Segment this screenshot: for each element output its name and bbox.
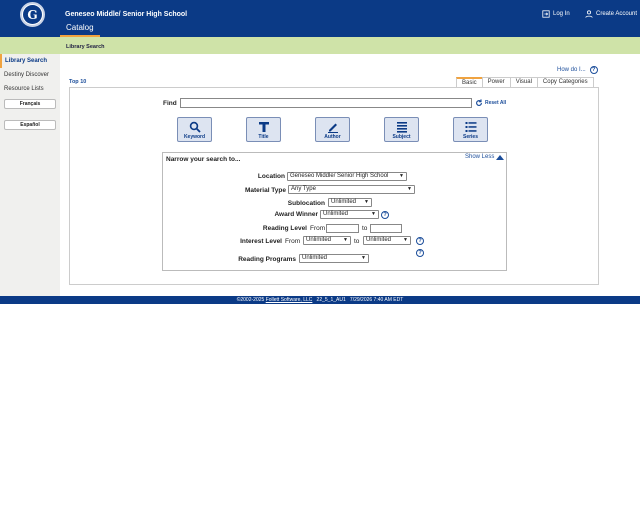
- tab-basic[interactable]: Basic: [456, 77, 483, 87]
- chevron-down-icon: ▼: [403, 237, 408, 243]
- reading-programs-label: Reading Programs: [238, 256, 296, 263]
- sidebar: Library Search Destiny Discover Resource…: [0, 54, 60, 296]
- interest-level-from-select[interactable]: Unlimited ▼: [303, 236, 351, 245]
- material-type-select[interactable]: Any Type ▼: [288, 185, 415, 194]
- narrow-title: Narrow your search to...: [166, 156, 241, 163]
- reset-all-label: Reset All: [485, 100, 507, 106]
- top-10-link[interactable]: Top 10: [69, 79, 86, 85]
- create-account-link[interactable]: Create Account: [585, 10, 637, 18]
- author-search-button[interactable]: Author: [315, 117, 350, 142]
- award-help-icon[interactable]: ?: [381, 211, 389, 219]
- numbered-list-icon: [465, 122, 476, 132]
- tab-catalog[interactable]: Catalog: [60, 23, 100, 37]
- sidebar-item-resource-lists[interactable]: Resource Lists: [0, 82, 60, 96]
- how-do-i-label: How do I...: [557, 67, 586, 73]
- login-link[interactable]: Log In: [542, 10, 570, 18]
- keyword-search-button[interactable]: Keyword: [177, 117, 212, 142]
- interest-level-label: Interest Level: [240, 238, 282, 245]
- reading-from-label: From: [310, 225, 326, 232]
- footer: ©2002-2025 Follett Software, LLC 22_5_1_…: [0, 296, 640, 304]
- tab-copy-categories[interactable]: Copy Categories: [536, 77, 594, 87]
- school-name: Geneseo Middle/ Senior High School: [65, 11, 188, 18]
- chevron-down-icon: ▼: [407, 186, 412, 192]
- reading-level-to-input[interactable]: [370, 224, 402, 233]
- title-label: Title: [258, 134, 269, 140]
- interest-help-icon[interactable]: ?: [416, 237, 424, 245]
- interest-from-label: From: [285, 238, 301, 245]
- how-do-i-link[interactable]: How do I... ?: [557, 66, 598, 74]
- find-input[interactable]: [180, 98, 472, 108]
- series-label: Series: [462, 134, 478, 140]
- sidebar-item-destiny-discover[interactable]: Destiny Discover: [0, 68, 60, 82]
- follett-link[interactable]: Follett Software, LLC: [266, 297, 313, 303]
- series-search-button[interactable]: Series: [453, 117, 488, 142]
- copyright-text: ©2002-2025: [236, 297, 265, 303]
- tab-visual[interactable]: Visual: [509, 77, 538, 87]
- chevron-down-icon: ▼: [361, 255, 366, 261]
- title-t-icon: [258, 122, 269, 132]
- reading-to-label: to: [362, 225, 368, 232]
- author-label: Author: [324, 134, 341, 140]
- interest-to-label: to: [354, 238, 360, 245]
- help-icon[interactable]: ?: [589, 66, 598, 74]
- keyword-label: Keyword: [183, 134, 206, 140]
- version-text: 22_5_1_AU1: [316, 297, 346, 303]
- datetime-text: 7/29/2026 7:40 AM EDT: [349, 297, 404, 303]
- user-icon: [585, 10, 593, 18]
- reading-level-from-input[interactable]: [326, 224, 359, 233]
- spanish-button[interactable]: Español: [4, 120, 56, 130]
- sidebar-item-library-search[interactable]: Library Search: [0, 54, 60, 68]
- location-label: Location: [257, 173, 285, 180]
- find-label: Find: [163, 100, 177, 107]
- tab-power[interactable]: Power: [481, 77, 511, 87]
- sublocation-label: Sublocation: [287, 200, 325, 207]
- show-less-link[interactable]: Show Less: [465, 154, 505, 160]
- chevron-up-icon: [496, 155, 505, 160]
- login-icon: [542, 10, 550, 18]
- logo-letter: G: [23, 5, 42, 24]
- title-search-button[interactable]: Title: [246, 117, 281, 142]
- refresh-icon: [476, 99, 482, 106]
- chevron-down-icon: ▼: [364, 199, 369, 205]
- subject-label: Subject: [392, 134, 411, 140]
- pen-icon: [327, 123, 338, 133]
- reset-all-button[interactable]: Reset All: [475, 99, 506, 107]
- show-less-label: Show Less: [465, 154, 495, 160]
- chevron-down-icon: ▼: [343, 237, 348, 243]
- reading-level-label: Reading Level: [262, 225, 307, 232]
- school-logo[interactable]: G: [20, 2, 45, 27]
- award-winner-label: Award Winner: [274, 211, 318, 218]
- sublocation-select[interactable]: Unlimited ▼: [328, 198, 372, 207]
- french-button[interactable]: Français: [4, 99, 56, 109]
- interest-level-to-select[interactable]: Unlimited ▼: [363, 236, 411, 245]
- programs-help-icon[interactable]: ?: [416, 249, 424, 257]
- create-account-label: Create Account: [596, 11, 638, 17]
- magnifier-icon: [189, 121, 201, 133]
- search-tabs: Basic Power Visual Copy Categories: [456, 77, 594, 87]
- chevron-down-icon: ▼: [399, 173, 404, 179]
- page-title: Library Search: [66, 44, 105, 50]
- chevron-down-icon: ▼: [371, 211, 376, 217]
- subject-search-button[interactable]: Subject: [384, 117, 419, 142]
- material-type-label: Material Type: [244, 187, 286, 194]
- sub-header: Library Search: [0, 37, 640, 54]
- award-winner-select[interactable]: Unlimited ▼: [320, 210, 379, 219]
- location-select[interactable]: Geneseo Middle/ Senior High School ▼: [287, 172, 407, 181]
- lines-icon: [396, 122, 407, 133]
- login-label: Log In: [553, 11, 570, 17]
- top-header: G Geneseo Middle/ Senior High School Cat…: [0, 0, 640, 37]
- reading-programs-select[interactable]: Unlimited ▼: [299, 254, 369, 263]
